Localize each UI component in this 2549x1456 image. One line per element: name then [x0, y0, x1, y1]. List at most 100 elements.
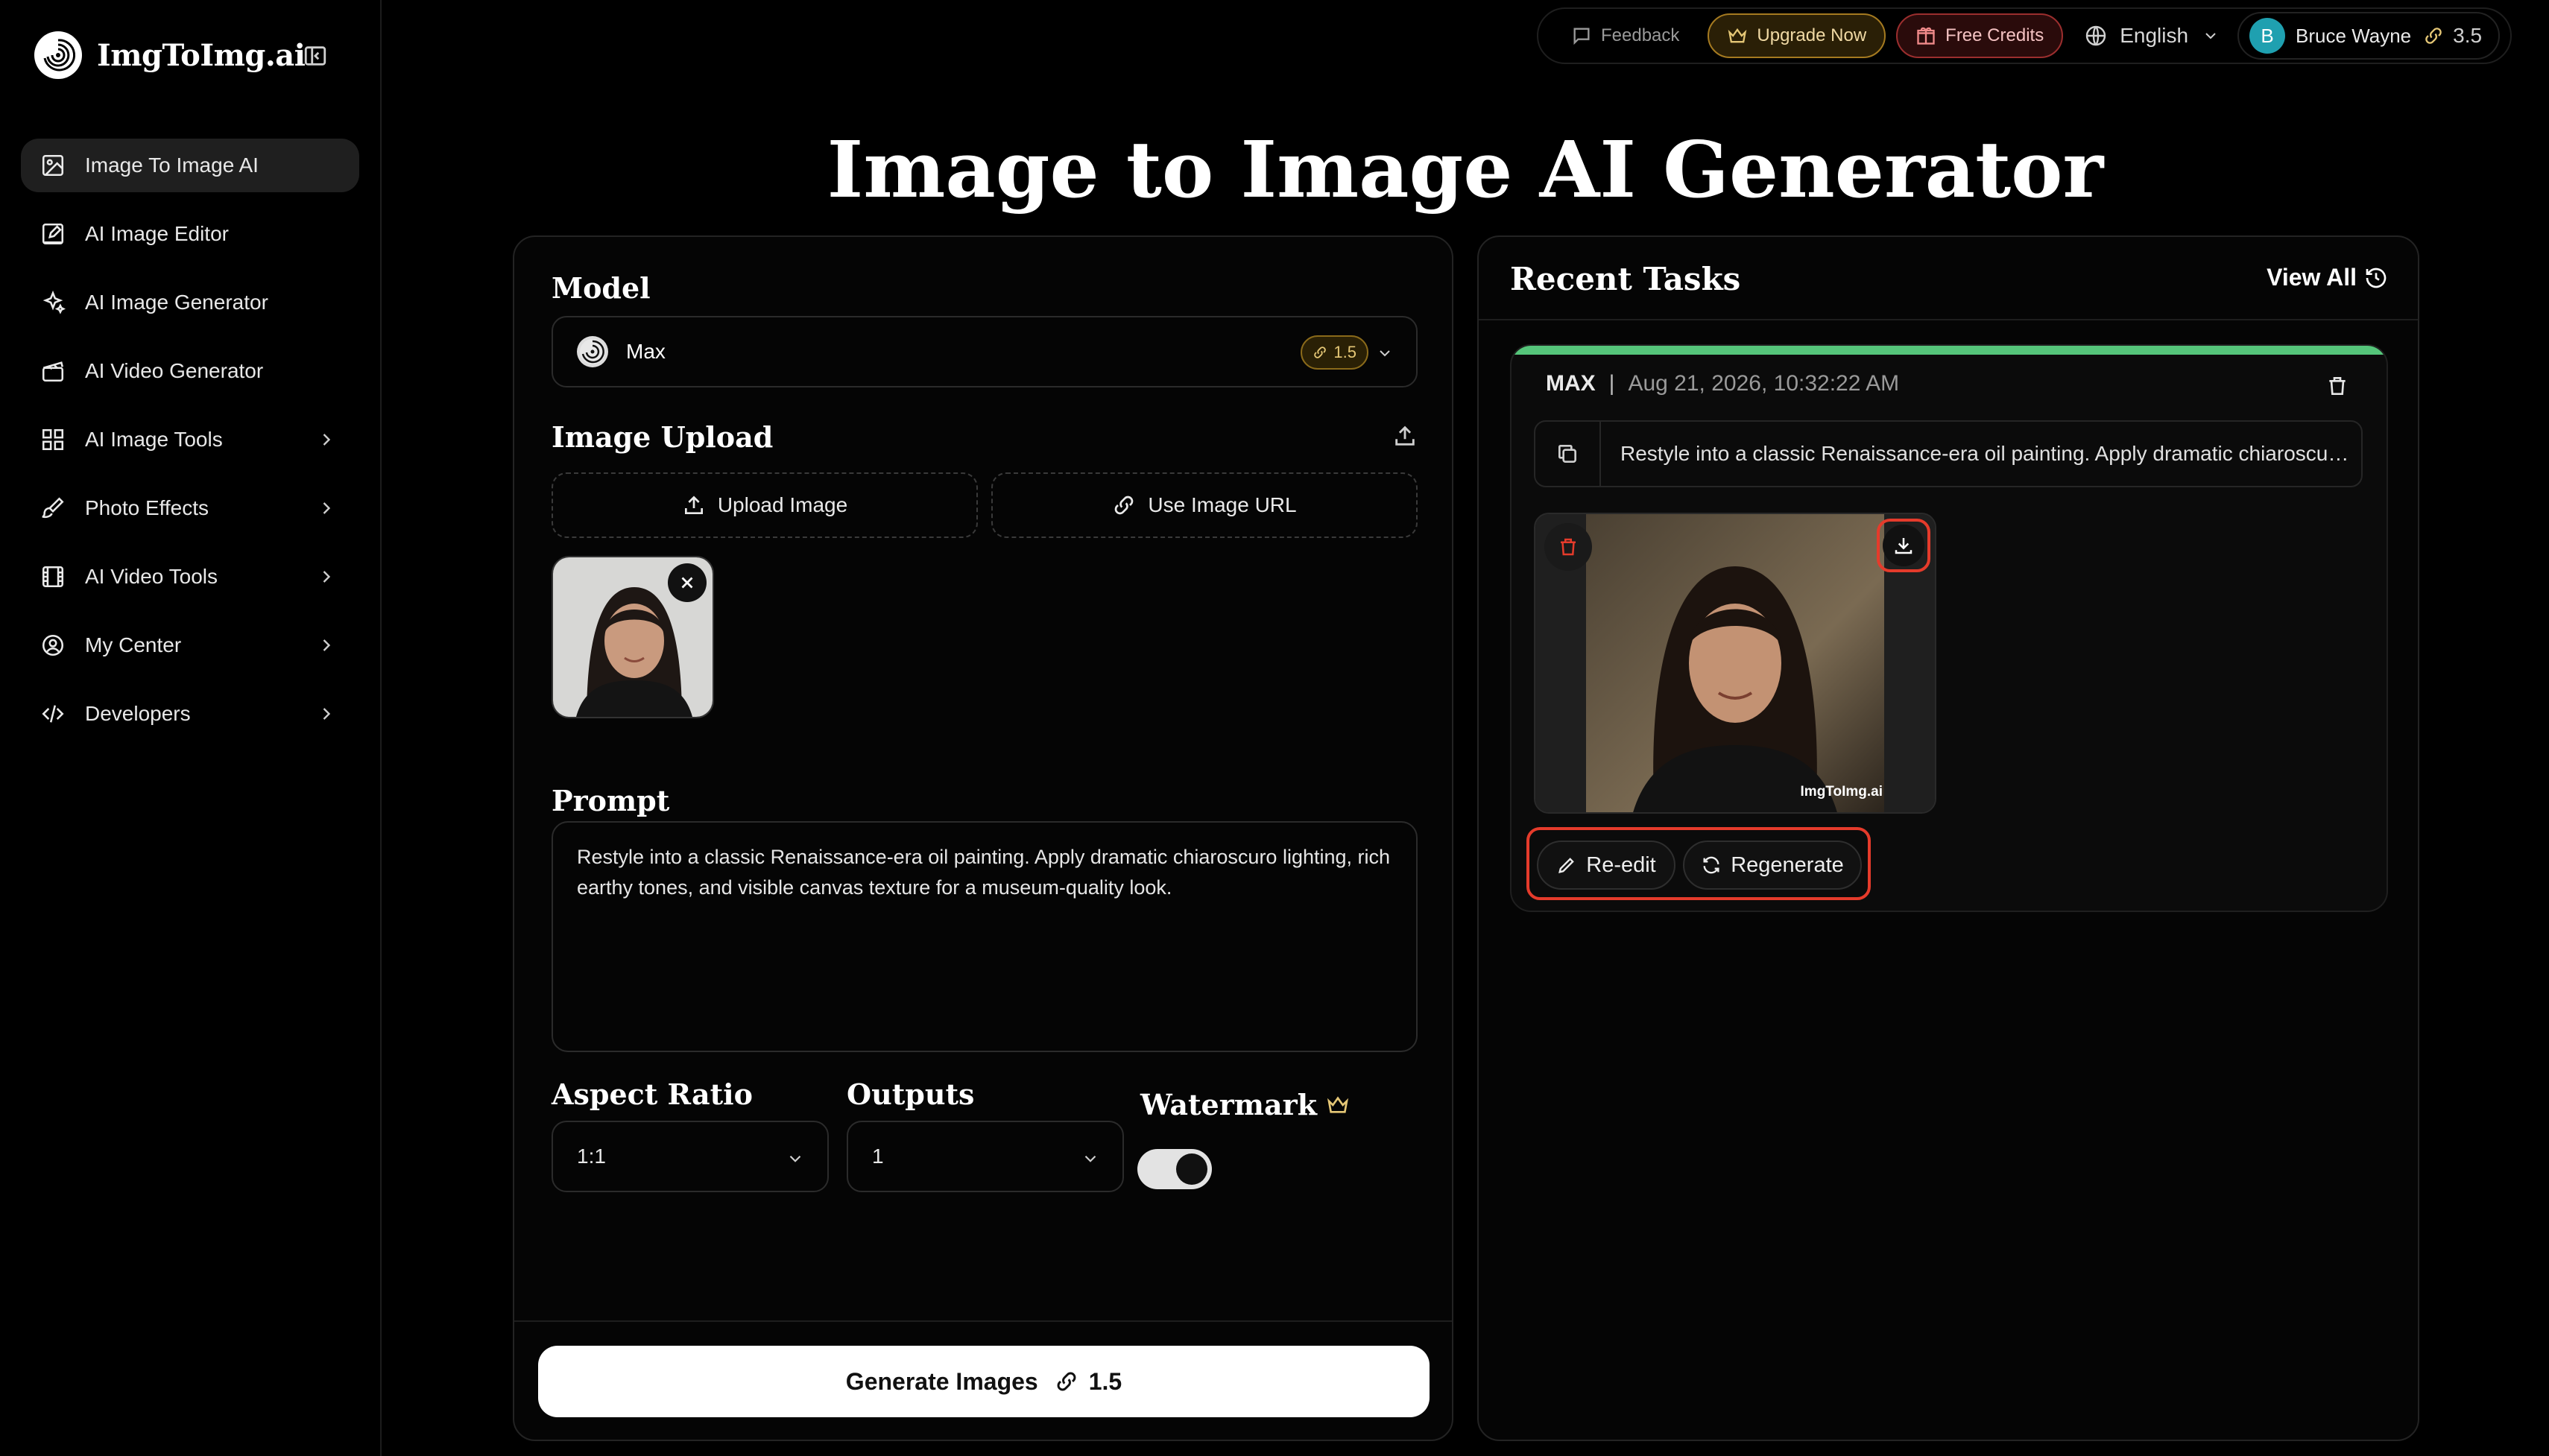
- user-menu[interactable]: B Bruce Wayne 3.5: [2237, 12, 2501, 60]
- sidebar: ImgToImg.ai Image To Image AI AI Image E…: [0, 0, 382, 1456]
- generate-images-button[interactable]: Generate Images 1.5: [538, 1346, 1430, 1417]
- crown-icon: [1327, 1095, 1349, 1113]
- language-selector[interactable]: English: [2084, 24, 2220, 48]
- feedback-button[interactable]: Feedback: [1553, 13, 1697, 58]
- chevron-right-icon: [323, 708, 331, 720]
- share-upload-icon[interactable]: [1392, 423, 1418, 449]
- regenerate-label: Regenerate: [1731, 852, 1844, 877]
- trash-icon: [1561, 538, 1576, 556]
- user-credits: 3.5: [2423, 24, 2482, 48]
- chevron-right-icon: [323, 639, 331, 651]
- chevron-down-icon: [1380, 350, 1390, 357]
- delete-image-button[interactable]: [1544, 523, 1592, 571]
- model-cost-badge: 1.5: [1301, 335, 1368, 370]
- model-logo-icon: [577, 336, 608, 367]
- close-icon: [681, 577, 693, 589]
- uploaded-image-thumbnail: [552, 556, 714, 718]
- history-icon: [2366, 268, 2387, 288]
- coin-link-icon: [1057, 1372, 1076, 1391]
- outputs-label: Outputs: [847, 1077, 975, 1111]
- model-cost-value: 1.5: [1333, 343, 1356, 361]
- pencil-square-icon: [42, 223, 64, 245]
- link-icon: [1115, 496, 1134, 515]
- model-select[interactable]: Max 1.5: [552, 316, 1418, 387]
- sidebar-item-image-to-image[interactable]: Image To Image AI: [21, 139, 359, 192]
- sidebar-item-my-center[interactable]: My Center: [21, 618, 359, 672]
- sidebar-item-label: AI Image Editor: [85, 222, 229, 245]
- sidebar-item-ai-image-generator[interactable]: AI Image Generator: [21, 276, 359, 329]
- use-image-url-button[interactable]: Use Image URL: [991, 472, 1418, 538]
- re-edit-button[interactable]: Re-edit: [1537, 841, 1675, 890]
- re-edit-label: Re-edit: [1586, 852, 1656, 877]
- remove-image-button[interactable]: [668, 563, 707, 602]
- download-button[interactable]: [1877, 519, 1930, 572]
- sidebar-item-ai-image-tools[interactable]: AI Image Tools: [21, 413, 359, 466]
- sidebar-item-label: Photo Effects: [85, 496, 209, 519]
- free-credits-label: Free Credits: [1945, 25, 2044, 45]
- use-image-url-label: Use Image URL: [1148, 493, 1297, 516]
- recent-tasks-panel: Recent Tasks View All MAX | Aug 21, 2026…: [1477, 235, 2419, 1441]
- copy-prompt-button[interactable]: [1535, 422, 1601, 486]
- generate-cost: 1.5: [1088, 1367, 1122, 1395]
- crown-icon: [1728, 28, 1747, 43]
- upload-image-label: Upload Image: [717, 493, 848, 516]
- feedback-label: Feedback: [1601, 25, 1680, 45]
- upload-image-button[interactable]: Upload Image: [552, 472, 978, 538]
- chevron-right-icon: [323, 434, 331, 446]
- user-credits-value: 3.5: [2453, 24, 2483, 47]
- brand-logo-icon: [34, 31, 82, 79]
- prompt-textarea[interactable]: Restyle into a classic Renaissance-era o…: [552, 821, 1418, 1052]
- download-button-inner: [1883, 525, 1924, 566]
- aspect-ratio-select[interactable]: 1:1: [552, 1121, 829, 1192]
- message-icon: [1573, 28, 1590, 45]
- task-prompt-text: Restyle into a classic Renaissance-era o…: [1620, 442, 2351, 465]
- regenerate-button[interactable]: Regenerate: [1683, 841, 1862, 890]
- chevron-down-icon: [2205, 33, 2216, 39]
- divider: [1479, 319, 2418, 320]
- upgrade-label: Upgrade Now: [1757, 25, 1867, 45]
- page-title: Image to Image AI Generator: [827, 124, 2104, 215]
- user-circle-icon: [42, 634, 64, 656]
- task-progress-bar: [1512, 346, 2387, 355]
- watermark-label-group: Watermark: [1140, 1088, 1350, 1121]
- watermark-toggle[interactable]: [1137, 1149, 1212, 1189]
- task-date: Aug 21, 2026, 10:32:22 AM: [1628, 371, 1900, 396]
- sidebar-item-label: AI Image Tools: [85, 428, 223, 451]
- sidebar-item-ai-image-editor[interactable]: AI Image Editor: [21, 207, 359, 261]
- brush-icon: [42, 497, 64, 519]
- result-image[interactable]: ImgToImg.ai: [1534, 513, 1936, 814]
- chevron-right-icon: [323, 502, 331, 514]
- task-actions: Re-edit Regenerate: [1526, 827, 1871, 900]
- top-bar: Feedback Upgrade Now Free Credits Englis…: [1537, 7, 2512, 64]
- task-model: MAX: [1546, 371, 1596, 396]
- brand[interactable]: ImgToImg.ai: [34, 31, 306, 79]
- outputs-value: 1: [872, 1145, 884, 1168]
- trash-icon[interactable]: [2325, 374, 2349, 398]
- language-label: English: [2120, 24, 2189, 47]
- sidebar-item-label: Developers: [85, 702, 191, 725]
- sidebar-item-label: AI Image Generator: [85, 291, 268, 314]
- coin-link-icon: [2425, 28, 2442, 44]
- generator-form: Model Max 1.5 Image Upload Upload Image …: [513, 235, 1453, 1441]
- grid-icon: [42, 428, 64, 451]
- sidebar-item-ai-video-generator[interactable]: AI Video Generator: [21, 344, 359, 398]
- sidebar-item-photo-effects[interactable]: Photo Effects: [21, 481, 359, 535]
- free-credits-button[interactable]: Free Credits: [1896, 13, 2064, 58]
- task-separator: |: [1608, 371, 1615, 396]
- sidebar-collapse-icon[interactable]: [303, 43, 328, 69]
- task-card: MAX | Aug 21, 2026, 10:32:22 AM Restyle …: [1510, 344, 2388, 912]
- upgrade-button[interactable]: Upgrade Now: [1708, 13, 1886, 58]
- chevron-right-icon: [323, 571, 331, 583]
- pencil-icon: [1558, 858, 1575, 873]
- divider: [514, 1320, 1452, 1322]
- outputs-select[interactable]: 1: [847, 1121, 1124, 1192]
- sidebar-item-developers[interactable]: Developers: [21, 687, 359, 741]
- prompt-label: Prompt: [552, 784, 670, 817]
- sidebar-item-label: My Center: [85, 633, 182, 656]
- copy-icon: [1558, 445, 1576, 463]
- sidebar-item-ai-video-tools[interactable]: AI Video Tools: [21, 550, 359, 604]
- view-all-button[interactable]: View All: [2267, 264, 2388, 291]
- refresh-icon: [1703, 856, 1719, 874]
- sidebar-item-label: AI Video Generator: [85, 359, 264, 382]
- code-icon: [42, 705, 64, 723]
